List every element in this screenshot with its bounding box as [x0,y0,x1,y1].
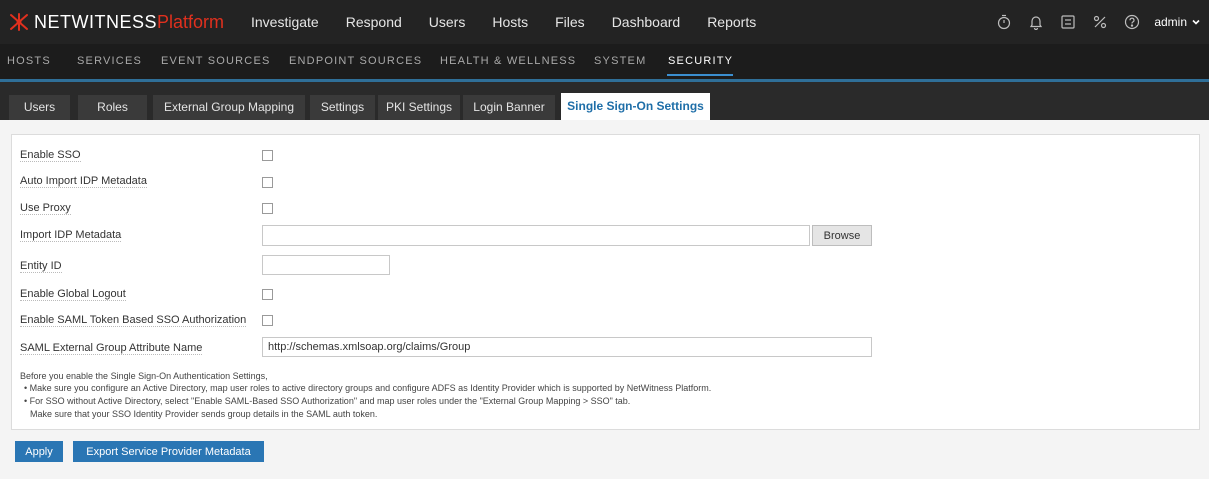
nav-users[interactable]: Users [429,0,466,44]
logo[interactable]: NETWITNESS Platform [8,10,224,34]
tab-users[interactable]: Users [9,95,70,120]
chevron-down-icon [1192,19,1200,25]
subnav-system[interactable]: SYSTEM [594,44,646,78]
enable-global-logout-label: Enable Global Logout [20,288,126,301]
sub-nav: HOSTS SERVICES EVENT SOURCES ENDPOINT SO… [0,44,1209,79]
nav-respond[interactable]: Respond [346,0,402,44]
active-subnav-indicator [667,74,733,76]
sso-note-line-3: Make sure that your SSO Identity Provide… [30,409,378,419]
enable-sso-checkbox[interactable] [262,150,273,161]
tab-settings[interactable]: Settings [310,95,375,120]
sso-note-bullet-1: • Make sure you configure an Active Dire… [24,383,712,393]
nav-reports[interactable]: Reports [707,0,756,44]
username: admin [1154,15,1187,29]
saml-token-sso-authorization-label: Enable SAML Token Based SSO Authorizatio… [20,314,247,327]
sso-note-intro: Before you enable the Single Sign-On Aut… [20,371,268,381]
auto-import-idp-label: Auto Import IDP Metadata [20,175,147,188]
subnav-endpoint-sources[interactable]: ENDPOINT SOURCES [289,44,422,78]
saml-group-attribute-label: SAML External Group Attribute Name [20,342,203,355]
subnav-health-wellness[interactable]: HEALTH & WELLNESS [440,44,576,78]
use-proxy-checkbox[interactable] [262,203,273,214]
apply-button[interactable]: Apply [15,441,63,462]
tab-roles[interactable]: Roles [78,95,147,120]
import-idp-metadata-input[interactable] [262,225,810,246]
top-bar: NETWITNESS Platform Investigate Respond … [0,0,1209,44]
enable-global-logout-checkbox[interactable] [262,289,273,300]
auto-import-idp-checkbox[interactable] [262,177,273,188]
tools-icon[interactable] [1092,14,1108,30]
subnav-hosts[interactable]: HOSTS [7,44,51,78]
subnav-security[interactable]: SECURITY [668,44,733,78]
enable-sso-label: Enable SSO [20,149,81,162]
import-idp-metadata-label: Import IDP Metadata [20,229,122,242]
tab-external-group-mapping[interactable]: External Group Mapping [153,95,305,120]
checklist-icon[interactable] [1060,14,1076,30]
timer-icon[interactable] [996,14,1012,30]
brand-suffix: Platform [157,11,225,32]
tab-single-sign-on-settings[interactable]: Single Sign-On Settings [561,93,710,120]
entity-id-label: Entity ID [20,260,62,273]
tab-pki-settings[interactable]: PKI Settings [378,95,460,120]
use-proxy-label: Use Proxy [20,202,71,215]
main-nav: Investigate Respond Users Hosts Files Da… [251,0,783,44]
subnav-services[interactable]: SERVICES [77,44,142,78]
subnav-event-sources[interactable]: EVENT SOURCES [161,44,271,78]
nav-dashboard[interactable]: Dashboard [612,0,681,44]
entity-id-input[interactable] [262,255,390,275]
browse-button[interactable]: Browse [812,225,872,246]
help-icon[interactable] [1124,14,1140,30]
saml-token-sso-authorization-checkbox[interactable] [262,315,273,326]
netwitness-logo-icon [10,13,28,31]
nav-investigate[interactable]: Investigate [251,0,319,44]
nav-hosts[interactable]: Hosts [492,0,528,44]
tab-login-banner[interactable]: Login Banner [463,95,555,120]
top-icons: admin [980,0,1201,44]
saml-group-attribute-input[interactable] [262,337,872,357]
brand-name: NETWITNESS [34,11,158,32]
nav-files[interactable]: Files [555,0,585,44]
bell-icon[interactable] [1028,14,1044,30]
export-sp-metadata-button[interactable]: Export Service Provider Metadata [73,441,264,462]
sso-note-bullet-2: • For SSO without Active Directory, sele… [24,396,631,406]
user-menu[interactable]: admin [1154,15,1201,29]
